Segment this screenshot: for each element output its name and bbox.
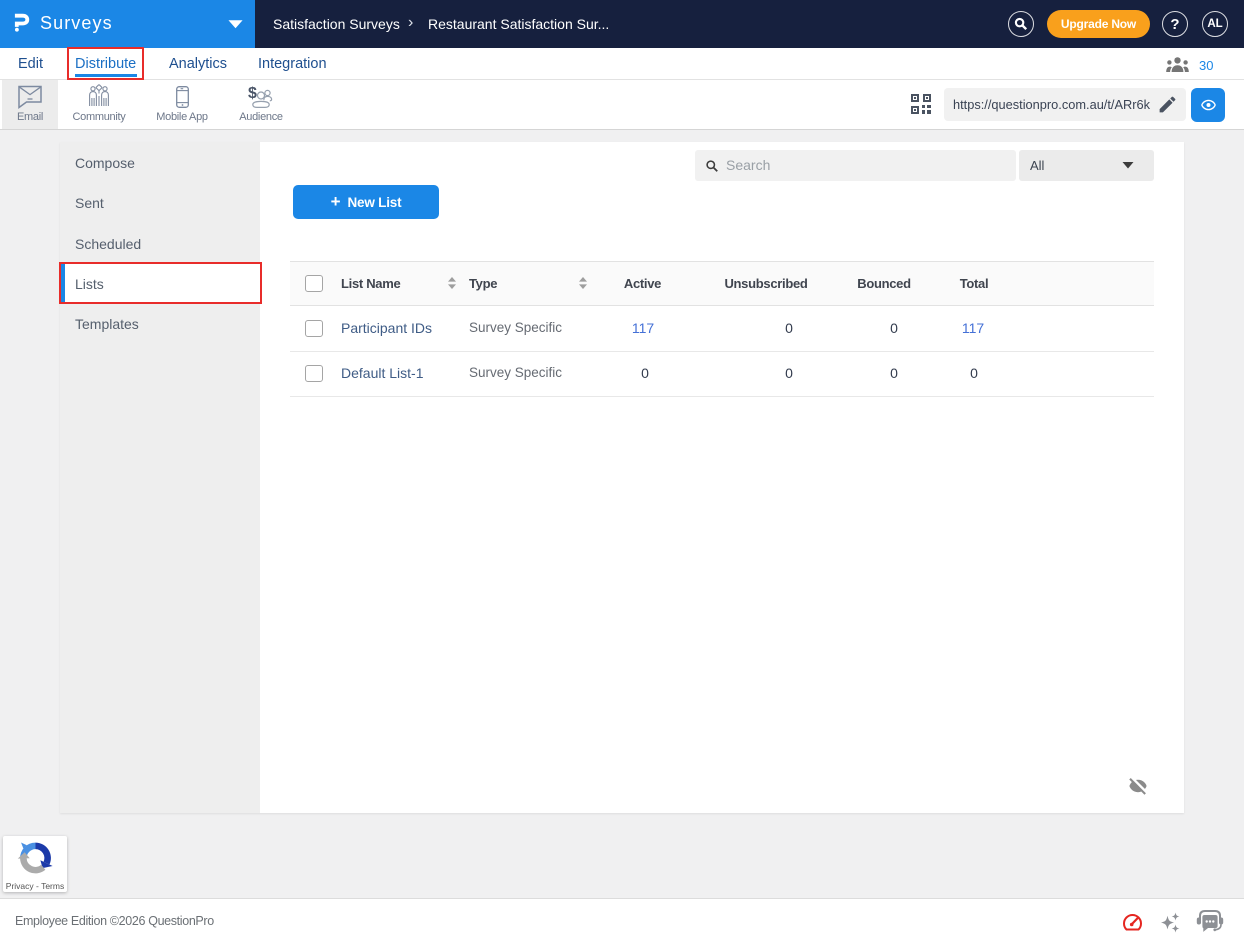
svg-text:$: $ xyxy=(248,85,257,102)
